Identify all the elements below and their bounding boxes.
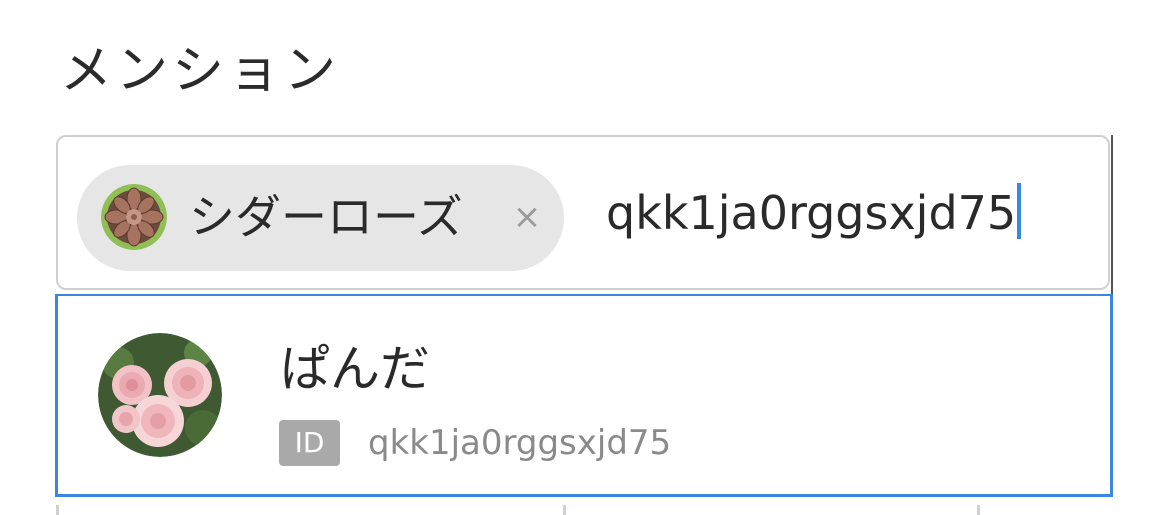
mention-form: メンション シダーローズ × qkk1ja0rggsxjd75 ぱんだ ID q… — [0, 0, 1170, 515]
succulent-avatar-icon — [101, 184, 167, 250]
text-caret — [1017, 183, 1022, 239]
field-edge-divider — [1111, 135, 1113, 295]
suggestion-user-name: ぱんだ — [280, 340, 430, 398]
divider-tick — [56, 505, 59, 515]
mention-field[interactable]: シダーローズ × qkk1ja0rggsxjd75 — [56, 135, 1110, 290]
mention-input-value: qkk1ja0rggsxjd75 — [606, 186, 1017, 240]
suggestion-user-id: qkk1ja0rggsxjd75 — [368, 423, 672, 463]
selected-user-chip: シダーローズ × — [77, 165, 564, 271]
section-title: メンション — [60, 41, 341, 101]
divider-tick — [977, 505, 980, 515]
id-badge: ID — [279, 420, 340, 466]
pink-roses-avatar-icon — [98, 333, 222, 457]
mention-search-input[interactable]: qkk1ja0rggsxjd75 — [606, 181, 1022, 245]
suggestion-dropdown: ぱんだ ID qkk1ja0rggsxjd75 — [55, 294, 1113, 497]
remove-chip-icon[interactable]: × — [507, 198, 547, 238]
divider-tick — [563, 505, 566, 515]
suggestion-item[interactable]: ぱんだ ID qkk1ja0rggsxjd75 — [58, 296, 1110, 494]
selected-user-name: シダーローズ — [189, 190, 463, 244]
